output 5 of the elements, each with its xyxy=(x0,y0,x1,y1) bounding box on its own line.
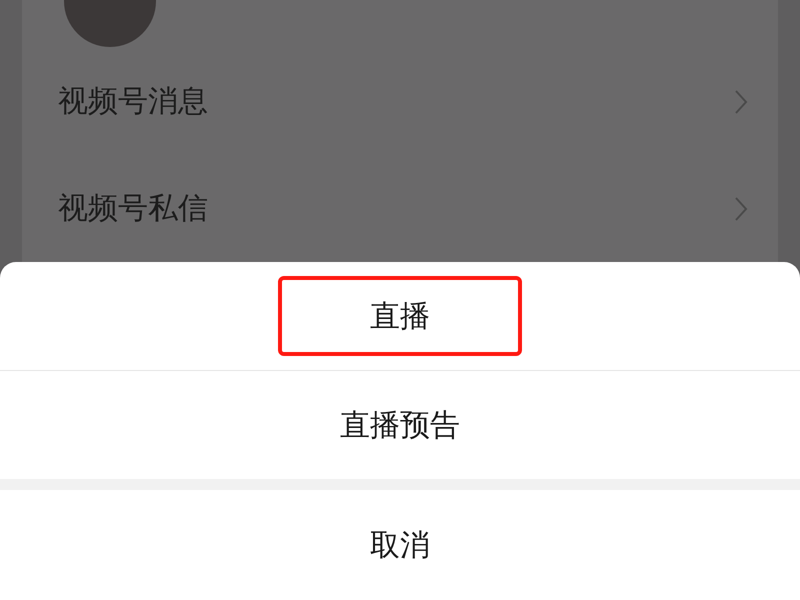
chevron-right-icon xyxy=(734,88,748,114)
sheet-option[interactable]: 直播 xyxy=(278,276,522,356)
cancel-button[interactable]: 取消 xyxy=(278,505,522,585)
sheet-option[interactable]: 直播预告 xyxy=(278,385,522,465)
chevron-right-icon xyxy=(734,196,748,222)
